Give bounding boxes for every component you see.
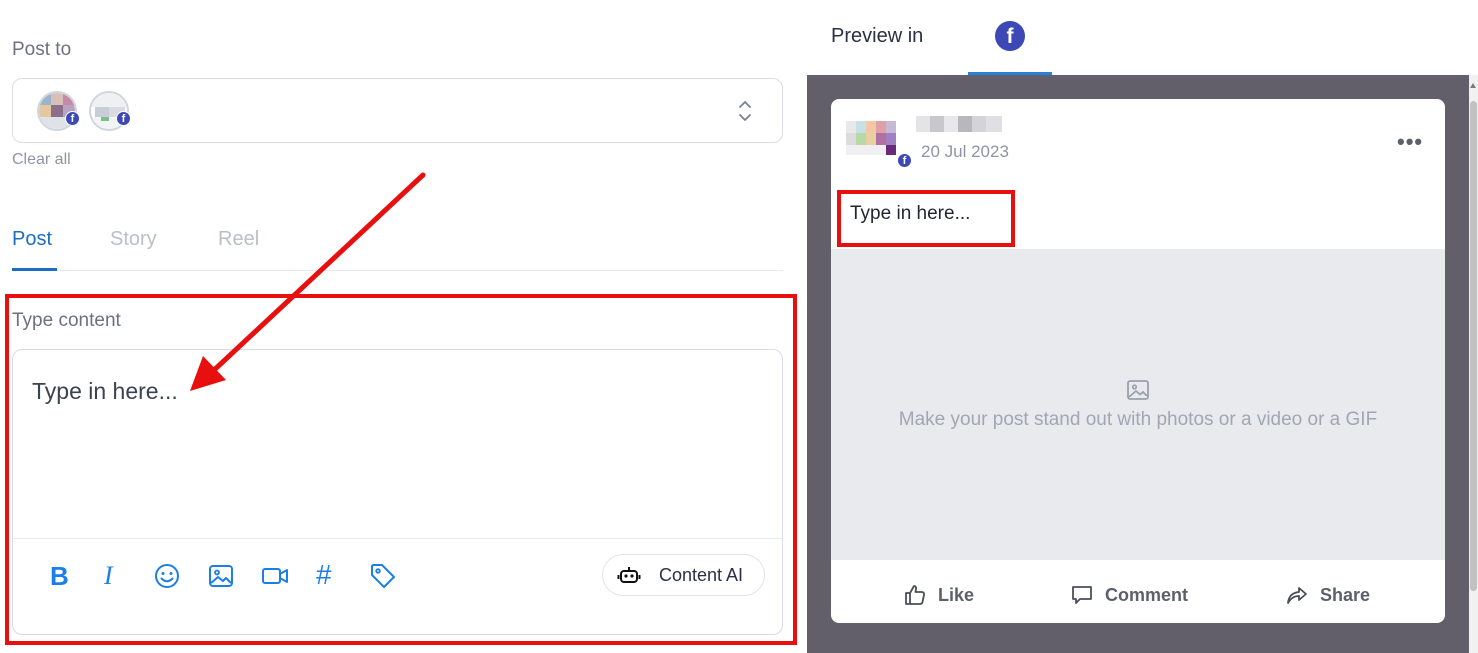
facebook-post-card: f 20 Jul 2023 ••• Type in here... Make y <box>831 99 1445 623</box>
preview-in-label: Preview in <box>831 25 924 47</box>
highlight-box <box>837 190 1015 247</box>
share-arrow-icon <box>1287 587 1307 604</box>
account-selector[interactable]: f f <box>12 78 783 143</box>
facebook-icon: f <box>995 21 1025 51</box>
post-to-label: Post to <box>12 39 72 60</box>
app-root: Post to f f Clear all Post Story Reel Ty… <box>0 0 1478 653</box>
page-name-blurred <box>916 114 1004 134</box>
tab-story[interactable]: Story <box>110 228 157 251</box>
comment-icon <box>1072 586 1092 604</box>
facebook-badge-icon: f <box>116 111 131 126</box>
composer-panel: Post to f f Clear all Post Story Reel Ty… <box>0 0 800 653</box>
tab-post[interactable]: Post <box>12 228 52 251</box>
facebook-badge-icon: f <box>897 153 912 168</box>
comment-label: Comment <box>1105 585 1189 605</box>
clear-all-link[interactable]: Clear all <box>12 151 71 169</box>
post-type-tabs: Post Story Reel <box>12 222 783 271</box>
thumbs-up-icon <box>905 585 925 605</box>
post-date: 20 Jul 2023 <box>921 142 1009 161</box>
tab-facebook-preview[interactable]: f <box>968 0 1052 75</box>
chevron-up-down-icon[interactable] <box>738 98 752 124</box>
image-placeholder-icon <box>1127 380 1149 400</box>
media-prompt: Make your post stand out with photos or … <box>898 409 1378 430</box>
like-label: Like <box>938 585 975 605</box>
preview-scrollbar[interactable] <box>1469 75 1478 653</box>
scroll-thumb[interactable] <box>1470 101 1477 591</box>
facebook-badge-icon: f <box>65 111 80 126</box>
preview-panel: Preview in f f 20 Jul 2023 ••• Type in h… <box>807 0 1478 653</box>
more-options-icon[interactable]: ••• <box>1397 129 1423 155</box>
scroll-up-icon[interactable] <box>1470 83 1476 88</box>
post-actions: Like Comment Share <box>831 560 1445 623</box>
share-label: Share <box>1320 585 1371 605</box>
tab-reel[interactable]: Reel <box>218 228 259 251</box>
media-dropzone[interactable]: Make your post stand out with photos or … <box>831 249 1445 560</box>
highlight-box <box>5 294 797 645</box>
active-tab-indicator <box>12 268 57 271</box>
page-avatar <box>846 121 906 155</box>
